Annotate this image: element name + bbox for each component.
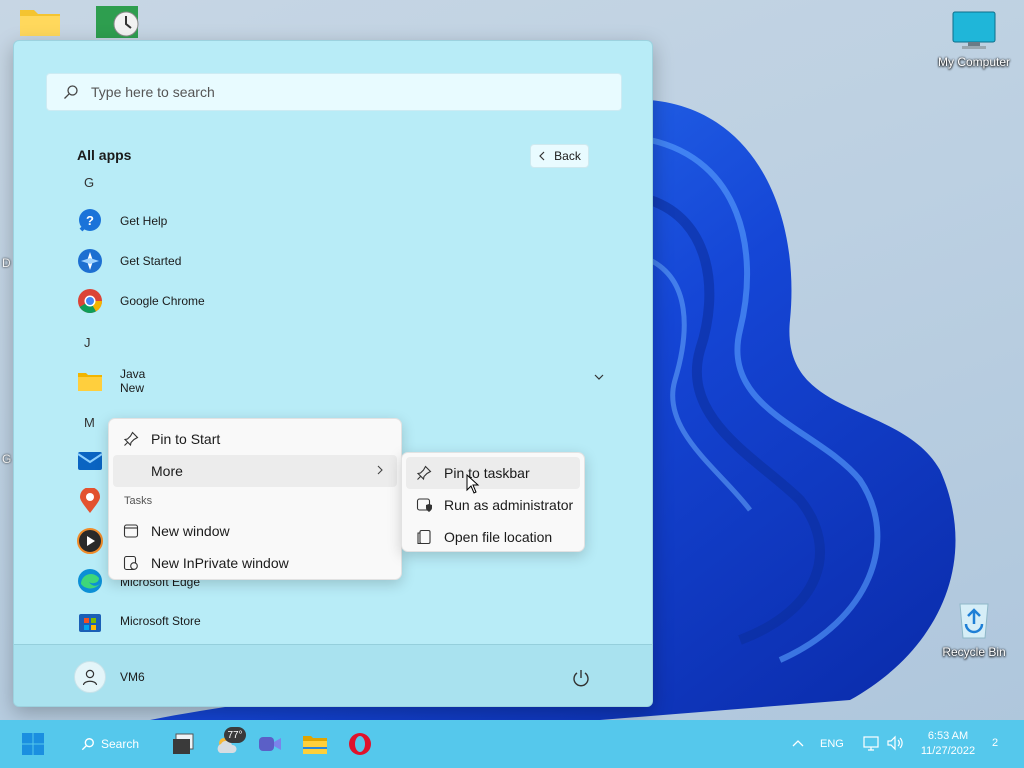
folder-icon [303, 736, 327, 754]
notification-count[interactable]: 2 [992, 737, 998, 749]
file-location-icon [417, 529, 431, 545]
chevron-down-icon[interactable] [594, 373, 604, 381]
pin-to-start-label: Pin to Start [151, 431, 221, 447]
avatar [74, 661, 106, 693]
pin-to-taskbar-label: Pin to taskbar [444, 465, 530, 481]
volume-icon[interactable] [886, 735, 904, 751]
app-item-get-started[interactable]: Get Started [74, 241, 604, 281]
user-name: VM6 [120, 670, 145, 684]
inprivate-icon [123, 555, 138, 571]
mail-icon [76, 447, 104, 475]
teams-chat-button[interactable] [255, 728, 285, 760]
user-icon [82, 669, 98, 686]
search-icon [81, 738, 94, 751]
clock-date: 11/27/2022 [920, 745, 976, 757]
more-label: More [151, 463, 183, 479]
app-name: Get Started [120, 254, 182, 268]
power-icon[interactable] [570, 667, 592, 689]
app-item-get-help[interactable]: ? Get Help [74, 201, 604, 241]
desktop-edge-letter: G [2, 452, 12, 466]
chrome-icon [76, 287, 104, 315]
map-pin-icon [76, 487, 104, 515]
desktop-clock-app-icon[interactable] [90, 4, 144, 41]
more-item[interactable]: More [113, 455, 397, 487]
app-name: Microsoft Store [120, 614, 201, 628]
user-account-button[interactable]: VM6 [74, 661, 145, 693]
pin-icon [123, 431, 139, 447]
taskbar: Search [0, 720, 1024, 768]
pin-to-taskbar-item[interactable]: Pin to taskbar [406, 457, 580, 489]
new-window-item[interactable]: New window [113, 515, 397, 547]
chevron-left-icon [539, 151, 545, 161]
mouse-cursor-icon [466, 474, 480, 494]
language-indicator[interactable]: ENG [820, 738, 844, 750]
taskbar-search-label: Search [100, 737, 140, 751]
pin-icon [416, 465, 432, 481]
desktop-label-recycle-bin: Recycle Bin [942, 645, 1006, 659]
app-item-java-folder[interactable]: Java New [74, 361, 604, 401]
weather-temperature-badge: 77° [224, 727, 246, 743]
media-player-icon [76, 527, 104, 555]
new-window-label: New window [151, 523, 230, 539]
letter-header-g[interactable]: G [84, 175, 94, 190]
more-submenu: Pin to taskbar Run as administrator Open… [401, 452, 585, 552]
app-name: Get Help [120, 214, 168, 228]
letter-header-j[interactable]: J [84, 335, 91, 350]
run-as-administrator-item[interactable]: Run as administrator [406, 489, 580, 521]
recycle-bin-icon [959, 603, 989, 639]
desktop-icon-my-computer[interactable]: My Computer [932, 10, 1016, 69]
pin-to-start-item[interactable]: Pin to Start [113, 423, 397, 455]
svg-text:?: ? [86, 213, 94, 228]
get-help-icon: ? [76, 207, 104, 235]
app-badge-new: New [120, 381, 145, 395]
opera-icon [349, 733, 371, 755]
edge-icon [76, 567, 104, 595]
network-icon[interactable] [862, 735, 880, 751]
start-button[interactable] [16, 728, 50, 760]
run-as-administrator-label: Run as administrator [444, 497, 574, 513]
monitor-icon [952, 11, 996, 49]
start-menu: All apps Back G ? Get Help Get Started G… [13, 40, 653, 707]
desktop-label-my-computer: My Computer [937, 55, 1011, 69]
start-menu-footer: VM6 [14, 644, 652, 706]
folder-icon [76, 367, 104, 395]
show-hidden-icons-icon[interactable] [792, 738, 804, 748]
windows-logo-icon [22, 733, 44, 755]
search-icon [64, 85, 78, 99]
search-input[interactable] [91, 84, 591, 100]
back-button-label: Back [554, 149, 581, 163]
letter-header-m[interactable]: M [84, 415, 95, 430]
app-name: Google Chrome [120, 294, 205, 308]
new-inprivate-window-item[interactable]: New InPrivate window [113, 547, 397, 579]
desktop-folder-icon[interactable] [14, 6, 66, 39]
desktop-edge-letter: D [2, 256, 11, 270]
file-explorer-button[interactable] [300, 728, 330, 760]
get-started-icon [76, 247, 104, 275]
chevron-right-icon [377, 465, 383, 475]
app-item-google-chrome[interactable]: Google Chrome [74, 281, 604, 321]
app-name: Java [120, 367, 146, 381]
tasks-section-header: Tasks [124, 495, 153, 507]
open-file-location-label: Open file location [444, 529, 553, 545]
store-icon [76, 607, 104, 635]
taskbar-search-button[interactable]: Search [74, 728, 146, 760]
all-apps-heading: All apps [77, 147, 132, 163]
task-view-icon [173, 733, 194, 754]
app-item-microsoft-store[interactable]: Microsoft Store [74, 601, 604, 641]
app-context-menu: Pin to Start More Tasks New window New I… [108, 418, 402, 580]
open-file-location-item[interactable]: Open file location [406, 521, 580, 553]
clock-time: 6:53 AM [927, 730, 969, 742]
desktop-icon-recycle-bin[interactable]: Recycle Bin [932, 598, 1016, 659]
new-inprivate-window-label: New InPrivate window [151, 555, 289, 571]
chat-camera-icon [259, 737, 281, 751]
clock[interactable]: 6:53 AM 11/27/2022 [914, 729, 982, 759]
start-search-box[interactable] [46, 73, 622, 111]
opera-button[interactable] [345, 728, 375, 760]
task-view-button[interactable] [168, 728, 198, 760]
admin-shield-icon [416, 498, 432, 512]
window-icon [123, 524, 139, 538]
